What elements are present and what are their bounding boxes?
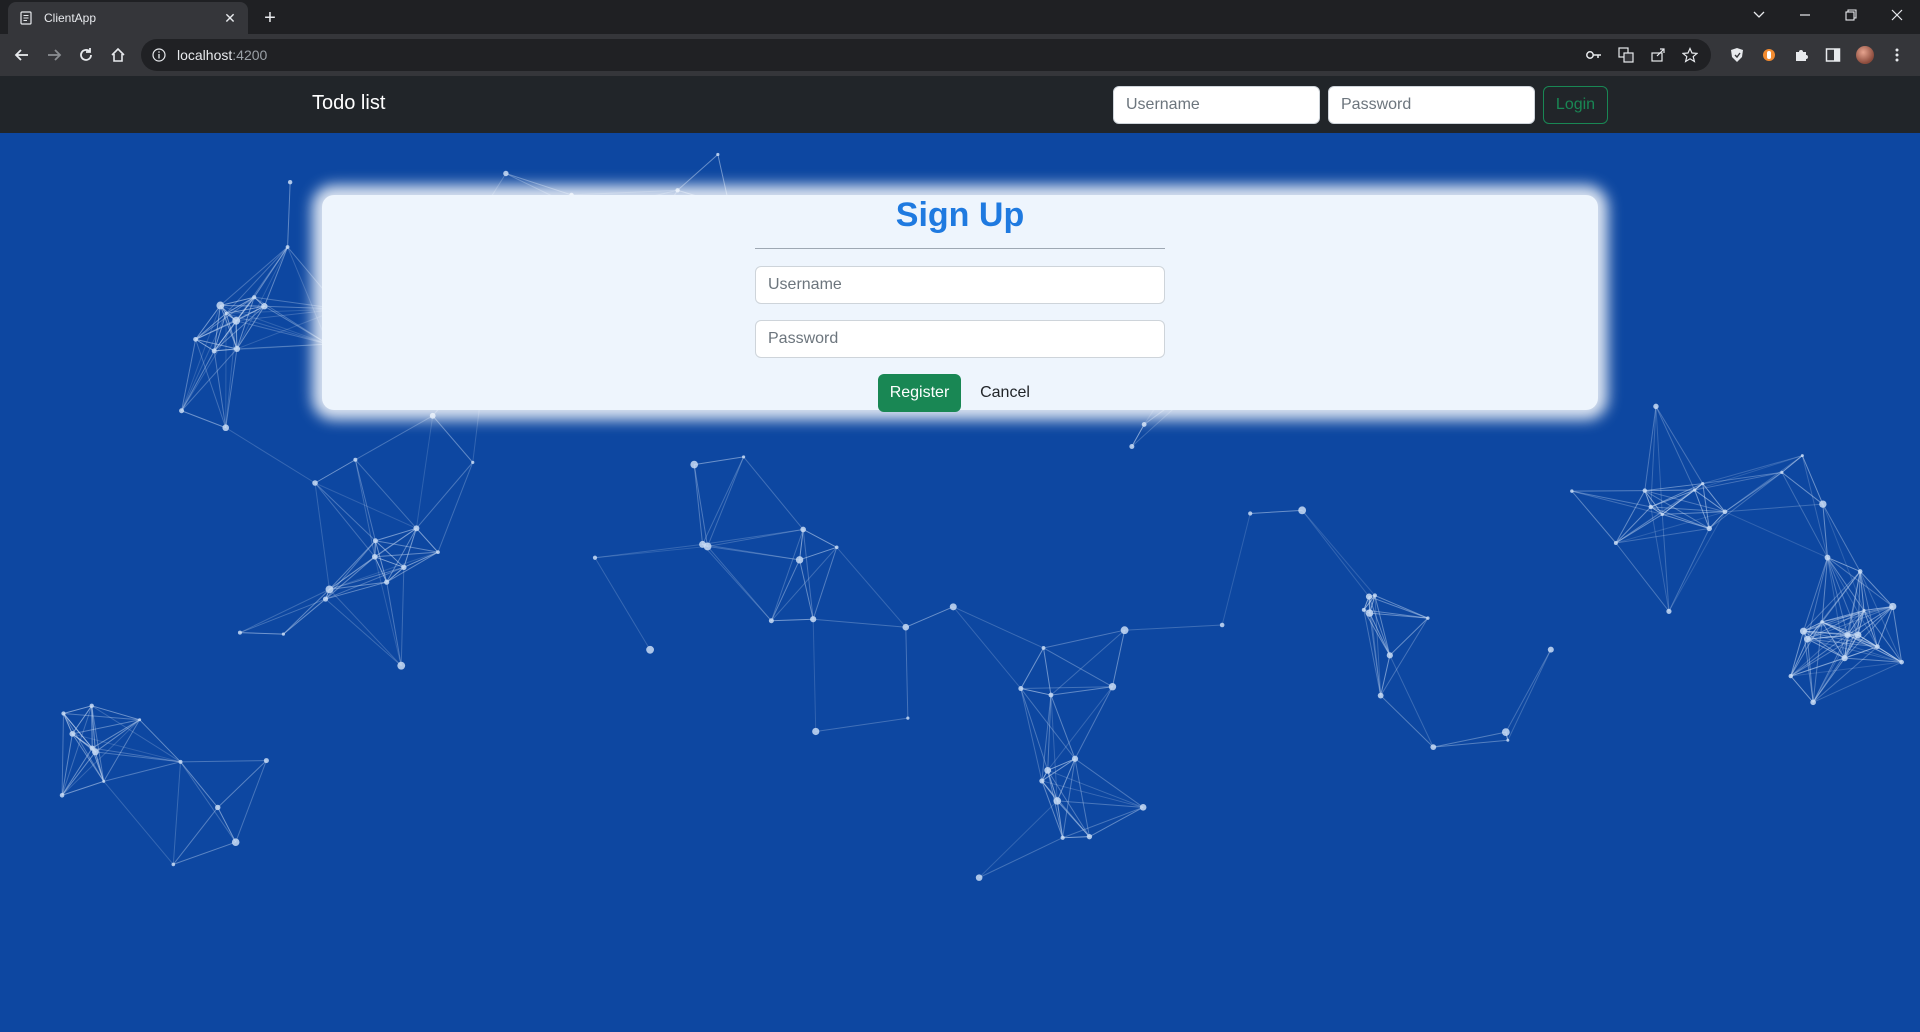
address-bar-actions: [1585, 47, 1699, 63]
signup-title: Sign Up: [895, 196, 1025, 234]
cancel-button[interactable]: Cancel: [970, 374, 1040, 412]
extension-orange-icon[interactable]: [1760, 46, 1778, 64]
restore-icon[interactable]: [1828, 0, 1874, 30]
document-icon: [18, 10, 34, 26]
signup-username-input[interactable]: [755, 266, 1165, 304]
chevron-down-icon[interactable]: [1736, 0, 1782, 30]
star-icon[interactable]: [1681, 47, 1699, 63]
info-icon[interactable]: [151, 47, 167, 63]
browser-tab[interactable]: ClientApp ✕: [8, 2, 248, 34]
back-arrow-icon[interactable]: [6, 39, 38, 71]
reload-icon[interactable]: [70, 39, 102, 71]
close-icon[interactable]: ✕: [222, 10, 238, 26]
puzzle-icon[interactable]: [1792, 46, 1810, 64]
browser-toolbar: localhost:4200: [0, 34, 1920, 76]
profile-avatar[interactable]: [1856, 46, 1874, 64]
extensions-area: [1728, 39, 1906, 71]
minimize-icon[interactable]: [1782, 0, 1828, 30]
forward-arrow-icon[interactable]: [38, 39, 70, 71]
translate-icon[interactable]: [1617, 47, 1635, 63]
key-icon[interactable]: [1585, 47, 1603, 63]
address-bar[interactable]: localhost:4200: [141, 39, 1711, 71]
navbar-password-input[interactable]: [1328, 86, 1535, 124]
navbar-brand[interactable]: Todo list: [312, 92, 385, 115]
navbar-username-input[interactable]: [1113, 86, 1320, 124]
app-navbar: Todo list Login: [0, 76, 1920, 133]
url-host: localhost: [177, 47, 233, 63]
title-divider: [755, 248, 1165, 249]
side-panel-icon[interactable]: [1824, 46, 1842, 64]
browser-tabstrip: ClientApp ✕ +: [0, 0, 1920, 34]
tab-title: ClientApp: [44, 11, 97, 25]
register-button[interactable]: Register: [878, 374, 961, 412]
shield-icon[interactable]: [1728, 46, 1746, 64]
close-window-icon[interactable]: [1874, 0, 1920, 30]
window-controls: [1736, 0, 1920, 30]
signup-password-input[interactable]: [755, 320, 1165, 358]
url-port: :4200: [232, 47, 268, 63]
home-icon[interactable]: [102, 39, 134, 71]
new-tab-button[interactable]: +: [258, 6, 282, 30]
login-button[interactable]: Login: [1543, 86, 1608, 124]
share-icon[interactable]: [1649, 47, 1667, 63]
kebab-menu-icon[interactable]: [1888, 46, 1906, 64]
